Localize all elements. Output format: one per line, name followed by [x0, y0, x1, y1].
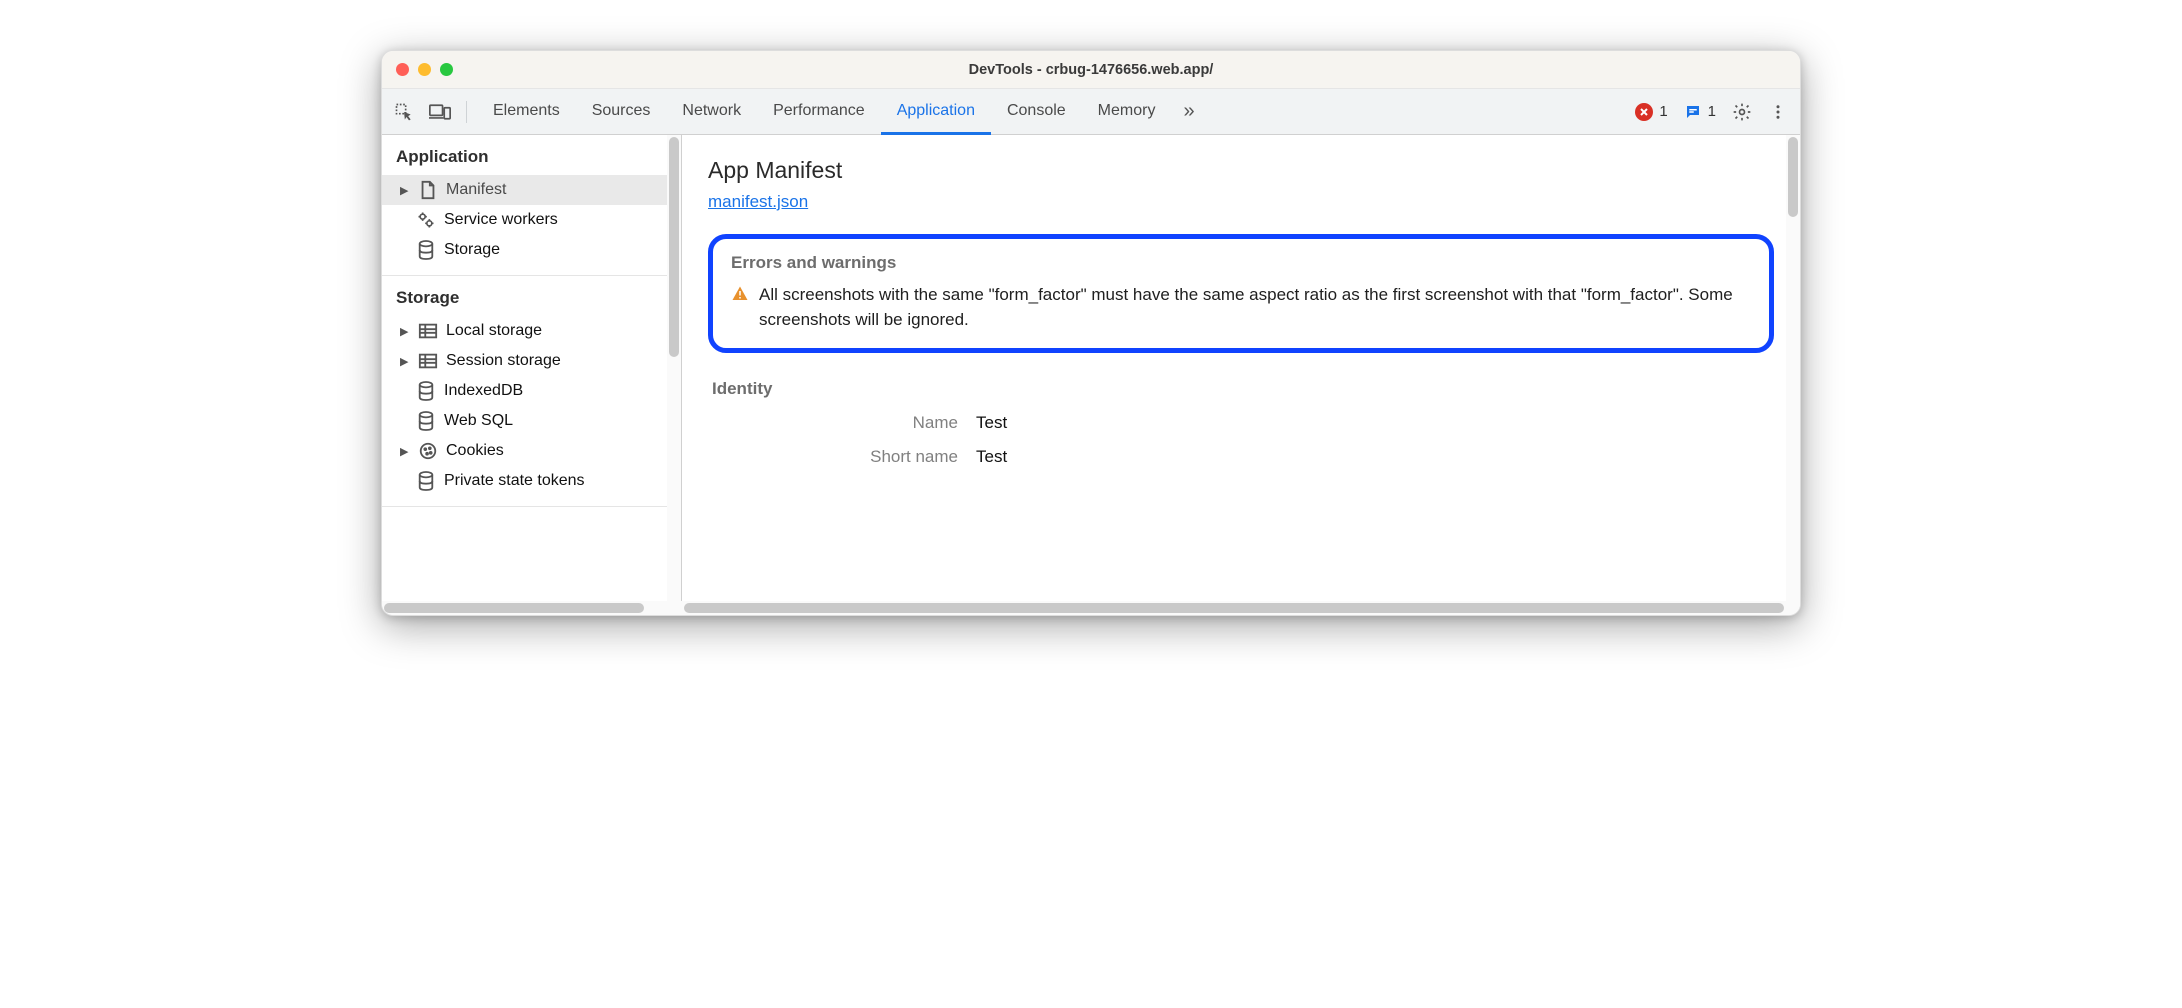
identity-value: Test — [976, 413, 1007, 433]
manifest-link[interactable]: manifest.json — [708, 192, 808, 211]
database-icon — [416, 411, 436, 431]
tab-label: Sources — [592, 102, 651, 120]
error-count: 1 — [1659, 103, 1667, 120]
panel-tabs: Elements Sources Network Performance App… — [477, 89, 1171, 134]
settings-icon[interactable] — [1726, 96, 1758, 128]
tab-console[interactable]: Console — [991, 90, 1082, 135]
errors-warnings-title: Errors and warnings — [731, 253, 1751, 273]
sidebar-item-label: IndexedDB — [444, 382, 523, 400]
sidebar-item-label: Storage — [444, 241, 500, 259]
inspect-icon[interactable] — [388, 96, 420, 128]
sidebar-item-cookies[interactable]: ▶ Cookies — [382, 436, 681, 466]
chevron-right-icon: ▶ — [400, 445, 410, 458]
tab-performance[interactable]: Performance — [757, 90, 881, 135]
tab-label: Console — [1007, 102, 1066, 120]
sidebar-heading: Application — [382, 135, 681, 175]
identity-value: Test — [976, 447, 1007, 467]
error-count-chip[interactable]: 1 — [1629, 103, 1673, 121]
scrollbar-thumb[interactable] — [669, 137, 679, 357]
window-close-button[interactable] — [396, 63, 409, 76]
sidebar-item-local-storage[interactable]: ▶ Local storage — [382, 316, 681, 346]
sidebar-item-indexeddb[interactable]: IndexedDB — [382, 376, 681, 406]
sidebar-item-label: Web SQL — [444, 412, 513, 430]
cookie-icon — [418, 441, 438, 461]
sidebar-item-manifest[interactable]: ▶ Manifest — [382, 175, 681, 205]
window-title: DevTools - crbug-1476656.web.app/ — [382, 62, 1800, 78]
manifest-panel: App Manifest manifest.json Errors and wa… — [682, 135, 1800, 615]
devtools-window: DevTools - crbug-1476656.web.app/ Elemen… — [381, 50, 1801, 616]
sidebar-item-label: Private state tokens — [444, 472, 585, 490]
sidebar-item-storage[interactable]: Storage — [382, 235, 681, 265]
error-icon — [1635, 103, 1653, 121]
tab-network[interactable]: Network — [666, 90, 757, 135]
application-sidebar: Application ▶ Manifest Service workers — [382, 135, 682, 615]
scrollbar-thumb[interactable] — [1788, 137, 1798, 217]
main-horizontal-scrollbar[interactable] — [682, 601, 1800, 615]
message-icon — [1684, 103, 1702, 121]
tab-label: Network — [682, 102, 741, 120]
sidebar-item-service-workers[interactable]: Service workers — [382, 205, 681, 235]
database-icon — [416, 381, 436, 401]
tab-application[interactable]: Application — [881, 90, 991, 135]
sidebar-item-label: Cookies — [446, 442, 504, 460]
sidebar-group-storage: Storage ▶ Local storage ▶ Session s — [382, 276, 681, 507]
window-minimize-button[interactable] — [418, 63, 431, 76]
tab-memory[interactable]: Memory — [1082, 90, 1172, 135]
message-count-chip[interactable]: 1 — [1678, 103, 1722, 121]
devtools-toolbar: Elements Sources Network Performance App… — [382, 89, 1800, 135]
warning-text: All screenshots with the same "form_fact… — [759, 283, 1751, 332]
tab-label: Application — [897, 102, 975, 120]
gears-icon — [416, 210, 436, 230]
device-toggle-icon[interactable] — [424, 96, 456, 128]
sidebar-horizontal-scrollbar[interactable] — [382, 601, 682, 615]
database-icon — [416, 240, 436, 260]
scrollbar-thumb[interactable] — [684, 603, 1784, 613]
panel-body: Application ▶ Manifest Service workers — [382, 135, 1800, 615]
message-count: 1 — [1708, 103, 1716, 120]
window-maximize-button[interactable] — [440, 63, 453, 76]
table-icon — [418, 321, 438, 341]
database-icon — [416, 471, 436, 491]
file-icon — [418, 180, 438, 200]
tab-label: Memory — [1098, 102, 1156, 120]
sidebar-item-label: Session storage — [446, 352, 561, 370]
main-vertical-scrollbar[interactable] — [1786, 135, 1800, 615]
toolbar-divider — [466, 101, 467, 123]
identity-title: Identity — [712, 379, 1770, 399]
chevron-right-icon: ▶ — [400, 355, 410, 368]
window-titlebar: DevTools - crbug-1476656.web.app/ — [382, 51, 1800, 89]
kebab-menu-icon[interactable] — [1762, 96, 1794, 128]
warning-row: All screenshots with the same "form_fact… — [731, 283, 1751, 332]
chevron-right-icon: ▶ — [400, 325, 410, 338]
chevron-right-icon: ▶ — [400, 184, 410, 197]
identity-key: Short name — [712, 447, 958, 467]
sidebar-item-label: Local storage — [446, 322, 542, 340]
traffic-lights — [382, 63, 453, 76]
tab-sources[interactable]: Sources — [576, 90, 667, 135]
sidebar-item-label: Service workers — [444, 211, 558, 229]
identity-section: Identity Name Test Short name Test — [708, 379, 1774, 467]
sidebar-group-application: Application ▶ Manifest Service workers — [382, 135, 681, 276]
identity-row-short-name: Short name Test — [712, 447, 1770, 467]
sidebar-vertical-scrollbar[interactable] — [667, 135, 681, 615]
sidebar-item-label: Manifest — [446, 181, 506, 199]
warning-icon — [731, 285, 749, 303]
sidebar-heading: Storage — [382, 276, 681, 316]
table-icon — [418, 351, 438, 371]
identity-row-name: Name Test — [712, 413, 1770, 433]
tab-label: Performance — [773, 102, 865, 120]
page-title: App Manifest — [708, 157, 1774, 184]
tabs-overflow-button[interactable]: » — [1175, 100, 1202, 123]
identity-key: Name — [712, 413, 958, 433]
sidebar-item-private-state-tokens[interactable]: Private state tokens — [382, 466, 681, 496]
tab-label: Elements — [493, 102, 560, 120]
overflow-label: » — [1183, 100, 1194, 122]
sidebar-item-websql[interactable]: Web SQL — [382, 406, 681, 436]
errors-warnings-callout: Errors and warnings All screenshots with… — [708, 234, 1774, 353]
scrollbar-thumb[interactable] — [384, 603, 644, 613]
sidebar-item-session-storage[interactable]: ▶ Session storage — [382, 346, 681, 376]
tab-elements[interactable]: Elements — [477, 90, 576, 135]
